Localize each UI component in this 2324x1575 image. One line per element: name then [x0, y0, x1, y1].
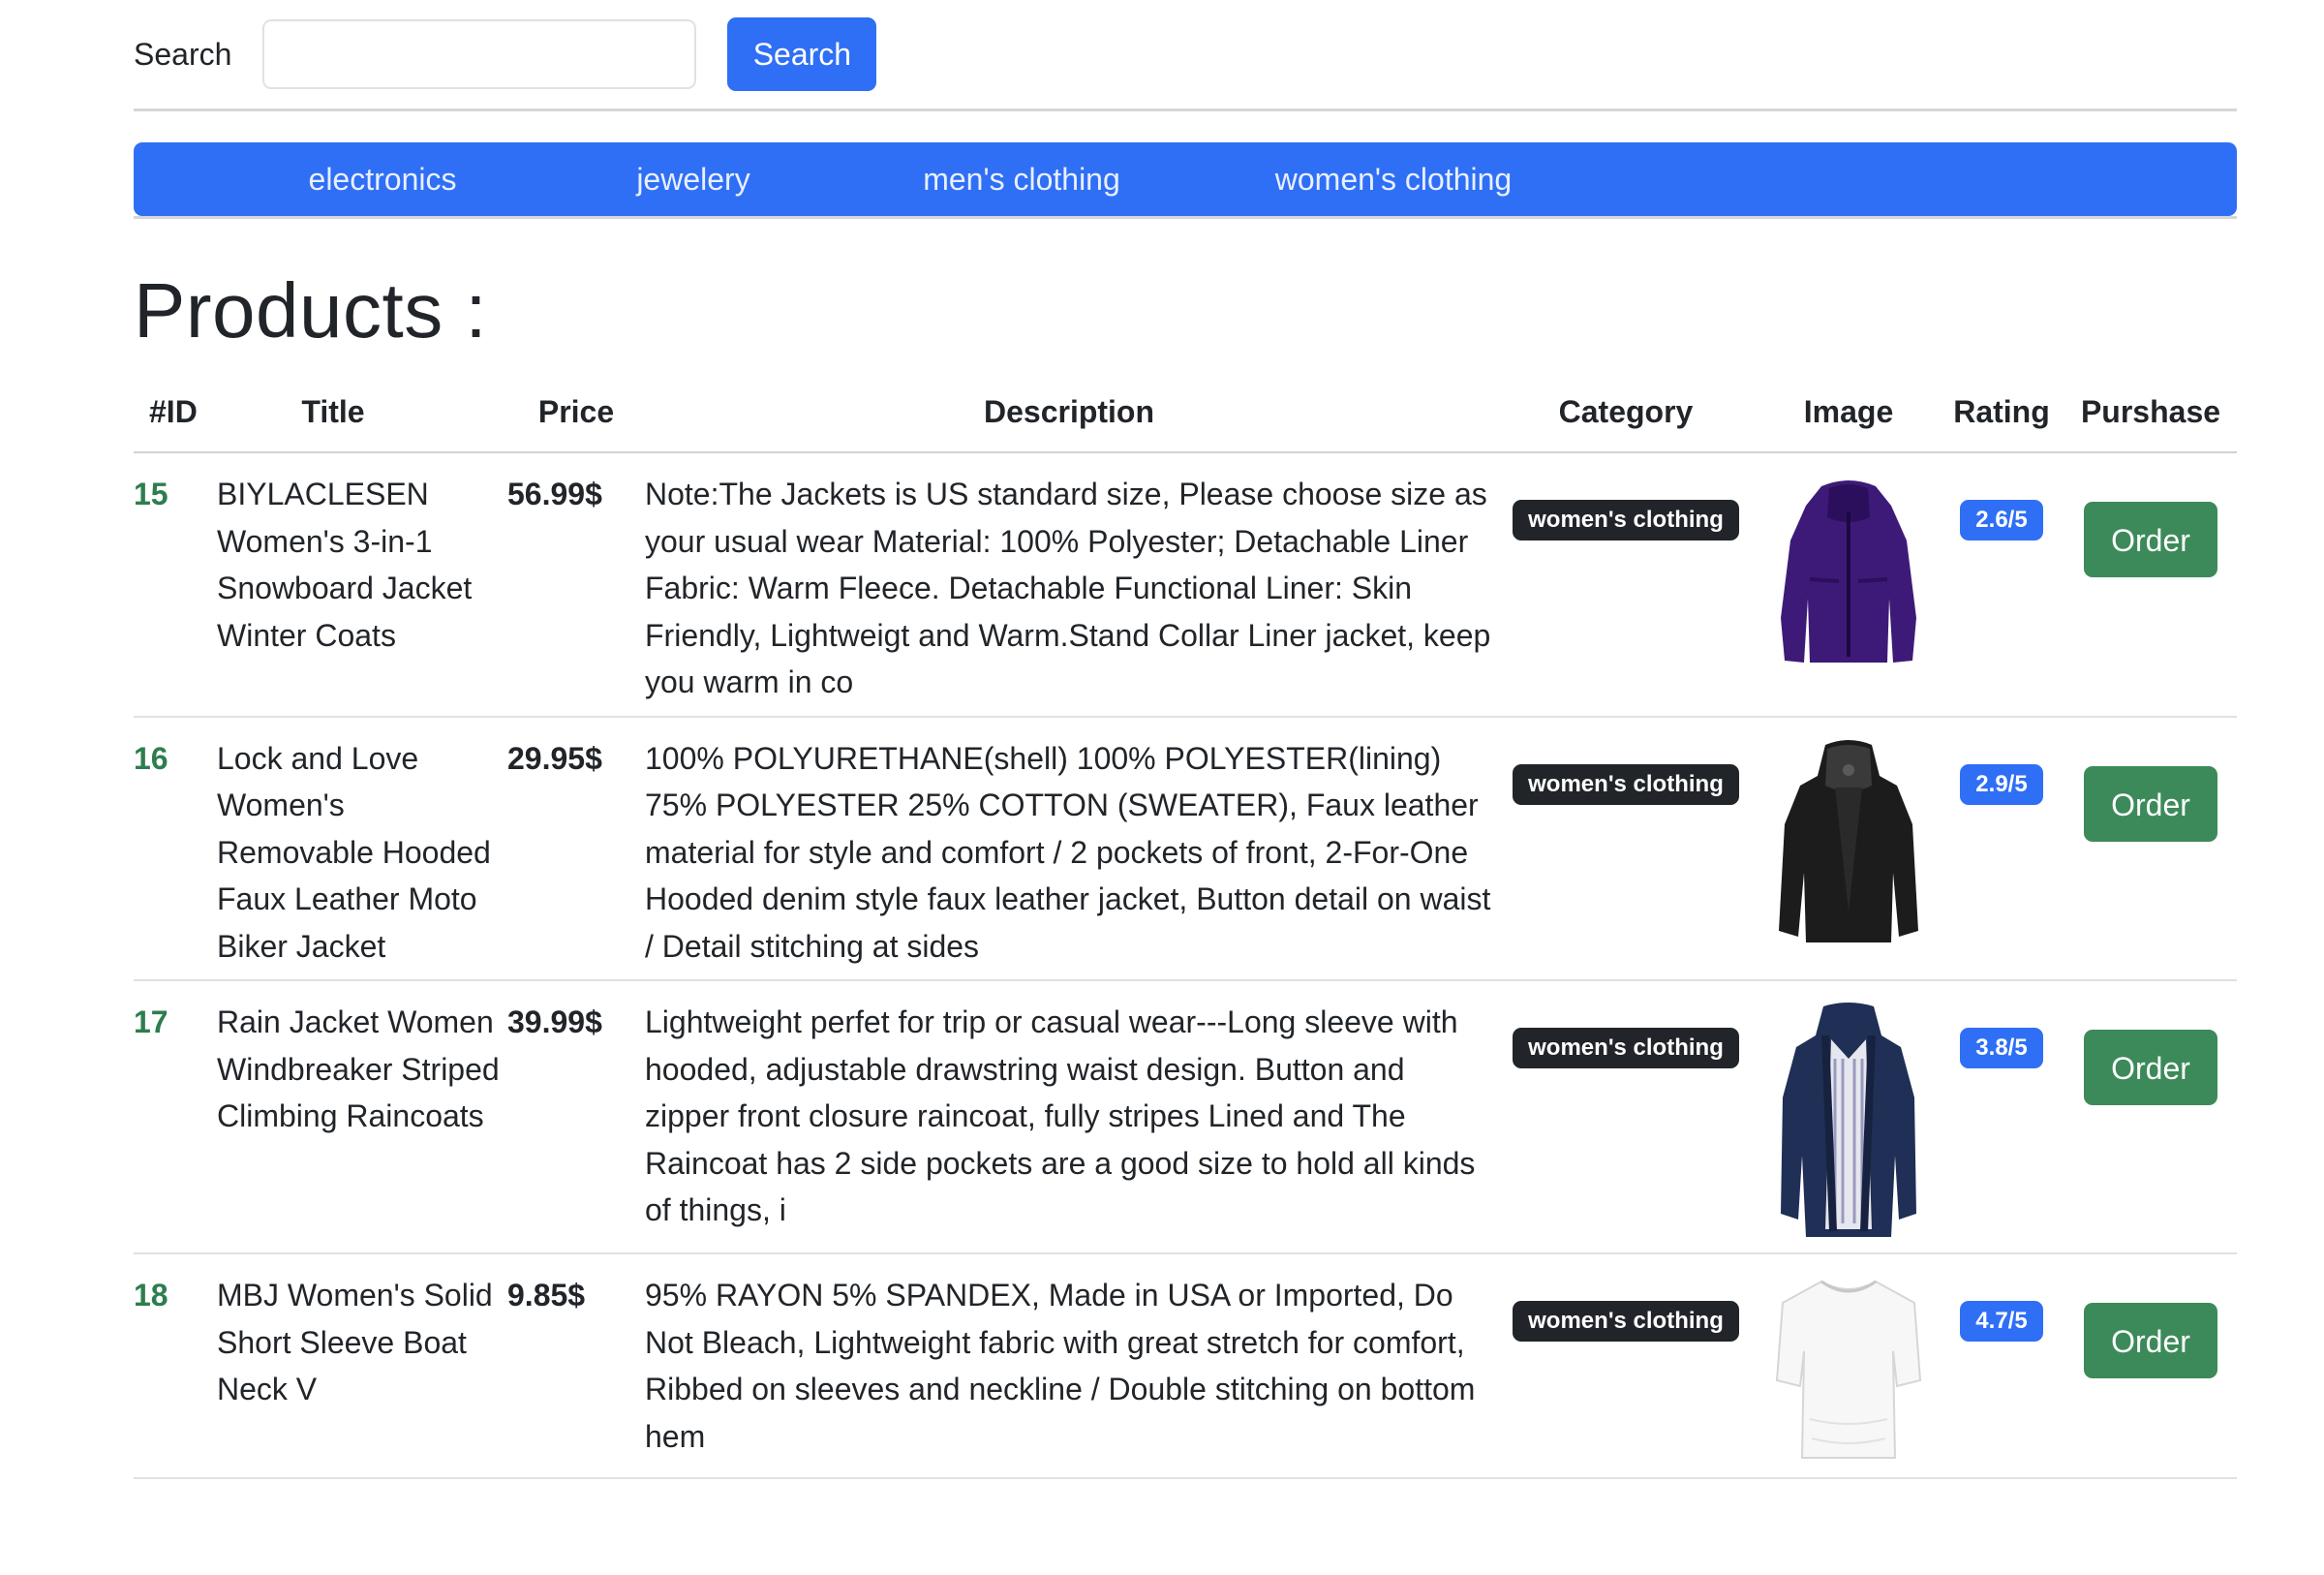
- product-description: Lightweight perfet for trip or casual we…: [645, 980, 1493, 1254]
- table-row: 17 Rain Jacket Women Windbreaker Striped…: [134, 980, 2237, 1254]
- rating-badge: 3.8/5: [1960, 1028, 2043, 1068]
- order-button[interactable]: Order: [2084, 765, 2217, 842]
- product-title: BIYLACLESEN Women's 3-in-1 Snowboard Jac…: [217, 452, 507, 718]
- product-description: 95% RAYON 5% SPANDEX, Made in USA or Imp…: [645, 1253, 1493, 1479]
- search-input[interactable]: [262, 19, 697, 89]
- column-header-category: Category: [1493, 372, 1758, 453]
- product-id: 15: [134, 452, 217, 718]
- category-nav: electronics jewelery men's clothing wome…: [134, 142, 2237, 216]
- category-link-electronics[interactable]: electronics: [309, 142, 457, 216]
- products-table: #ID Title Price Description Category Ima…: [134, 372, 2237, 1479]
- product-title: MBJ Women's Solid Short Sleeve Boat Neck…: [217, 1253, 507, 1479]
- product-id: 16: [134, 716, 217, 981]
- column-header-price: Price: [507, 372, 645, 453]
- product-price: 56.99$: [507, 452, 645, 718]
- column-header-id: #ID: [134, 372, 217, 453]
- category-link-jewelery[interactable]: jewelery: [636, 142, 749, 216]
- page-container: Search Search electronics jewelery men's…: [134, 0, 2237, 1479]
- category-badge: women's clothing: [1513, 1028, 1739, 1068]
- category-badge: women's clothing: [1513, 763, 1739, 805]
- table-row: 15 BIYLACLESEN Women's 3-in-1 Snowboard …: [134, 452, 2237, 718]
- order-button[interactable]: Order: [2084, 1030, 2217, 1105]
- page-title: Products :: [134, 267, 488, 354]
- black-leather-jacket-image: [1779, 739, 1918, 942]
- order-button[interactable]: Order: [2084, 502, 2217, 577]
- product-price: 9.85$: [507, 1253, 645, 1479]
- rating-badge: 2.6/5: [1960, 500, 2043, 540]
- column-header-purchase: Purshase: [2064, 372, 2237, 453]
- category-link-mens-clothing[interactable]: men's clothing: [923, 142, 1120, 216]
- category-badge: women's clothing: [1513, 500, 1739, 540]
- product-id: 17: [134, 980, 217, 1254]
- column-header-rating: Rating: [1939, 372, 2064, 453]
- column-header-description: Description: [645, 372, 1493, 453]
- navy-raincoat-image: [1781, 1003, 1916, 1237]
- product-description: Note:The Jackets is US standard size, Pl…: [645, 452, 1493, 718]
- rating-badge: 4.7/5: [1960, 1301, 2043, 1342]
- table-row: 18 MBJ Women's Solid Short Sleeve Boat N…: [134, 1253, 2237, 1479]
- divider: [134, 108, 2237, 111]
- product-title: Lock and Love Women's Removable Hooded F…: [217, 716, 507, 981]
- column-header-title: Title: [217, 372, 507, 453]
- search-button[interactable]: Search: [727, 17, 877, 91]
- search-bar: Search Search: [134, 0, 2237, 108]
- category-badge: women's clothing: [1513, 1301, 1739, 1342]
- table-header-row: #ID Title Price Description Category Ima…: [134, 372, 2237, 453]
- white-short-sleeve-top-image: [1775, 1280, 1922, 1459]
- purple-winter-jacket-image: [1781, 480, 1916, 663]
- category-link-womens-clothing[interactable]: women's clothing: [1275, 142, 1512, 216]
- divider: [134, 216, 2237, 219]
- product-price: 29.95$: [507, 716, 645, 981]
- product-price: 39.99$: [507, 980, 645, 1254]
- rating-badge: 2.9/5: [1960, 763, 2043, 805]
- column-header-image: Image: [1758, 372, 1939, 453]
- product-title: Rain Jacket Women Windbreaker Striped Cl…: [217, 980, 507, 1254]
- order-button[interactable]: Order: [2084, 1303, 2217, 1378]
- search-label: Search: [134, 36, 232, 72]
- table-row: 16 Lock and Love Women's Removable Hoode…: [134, 716, 2237, 981]
- product-description: 100% POLYURETHANE(shell) 100% POLYESTER(…: [645, 716, 1493, 981]
- product-id: 18: [134, 1253, 217, 1479]
